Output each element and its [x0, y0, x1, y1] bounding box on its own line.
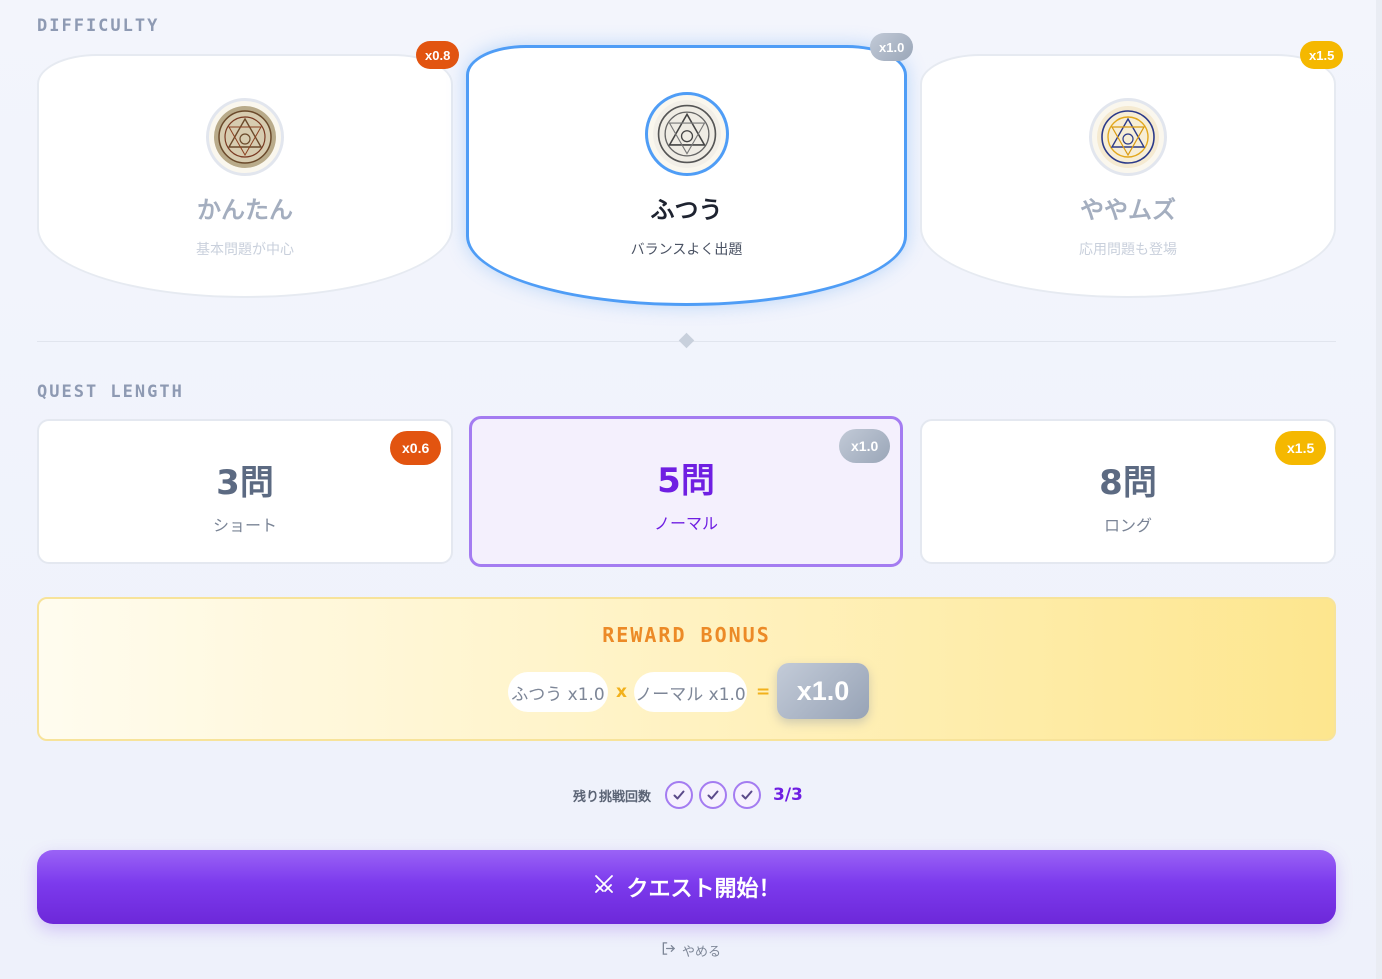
multiplier-badge: x1.5 [1275, 431, 1327, 465]
total-multiplier: x1.0 [777, 663, 869, 719]
multiplier-badge: x1.0 [839, 429, 891, 463]
quit-link[interactable]: やめる [0, 941, 1382, 960]
difficulty-desc: 応用問題も登場 [1079, 242, 1177, 258]
start-quest-label: クエスト開始！ [626, 877, 781, 902]
crossed-swords-icon [592, 872, 616, 902]
question-count: 8問 [1099, 463, 1157, 503]
quest-length-section-title: QUEST LENGTH [37, 382, 184, 402]
diamond-divider-icon [678, 332, 695, 349]
quit-label: やめる [681, 945, 721, 960]
difficulty-name: ふつう [650, 196, 723, 224]
multiplier-badge: x1.5 [1300, 41, 1344, 69]
length-multiplier-pill: ノーマル x1.0 [634, 672, 747, 712]
magic-circle-sepia-icon [206, 98, 284, 176]
length-card-long[interactable]: 8問 ロング [920, 419, 1336, 564]
question-count: 3問 [216, 463, 274, 503]
difficulty-name: かんたん [197, 196, 293, 224]
multiplier-badge: x0.6 [390, 431, 442, 465]
difficulty-card-easy[interactable]: かんたん 基本問題が中心 [37, 54, 453, 298]
reward-title: REWARD BONUS [602, 623, 771, 647]
multiplier-badge: x1.0 [870, 33, 914, 61]
difficulty-desc: バランスよく出題 [630, 242, 743, 258]
multiplier-badge: x0.8 [416, 41, 460, 69]
check-icon [733, 781, 761, 809]
difficulty-name: ややムズ [1080, 196, 1176, 224]
length-card-normal[interactable]: 5問 ノーマル [469, 416, 903, 567]
difficulty-desc: 基本問題が中心 [196, 242, 294, 258]
magic-circle-gold-icon [1089, 98, 1167, 176]
difficulty-section-title: DIFFICULTY [37, 16, 160, 36]
magic-circle-gray-icon [644, 92, 729, 176]
remaining-attempts-label: 残り挑戦回数 [573, 790, 652, 805]
exit-icon [661, 941, 676, 960]
difficulty-card-hard[interactable]: ややムズ 応用問題も登場 [920, 54, 1336, 298]
question-count: 5問 [657, 461, 715, 501]
check-icon [665, 781, 693, 809]
remaining-attempts-count: 3/3 [773, 785, 803, 805]
difficulty-multiplier-pill: ふつう x1.0 [508, 672, 608, 712]
equals-symbol: = [756, 682, 771, 702]
start-quest-button[interactable]: クエスト開始！ [37, 850, 1336, 924]
difficulty-card-normal[interactable]: ふつう バランスよく出題 [466, 45, 907, 306]
length-label: ロング [1103, 516, 1152, 535]
check-icon [699, 781, 727, 809]
length-label: ノーマル [653, 514, 718, 533]
times-symbol: x [616, 682, 627, 702]
reward-bonus-panel: REWARD BONUS ふつう x1.0 x ノーマル x1.0 = x1.0 [37, 597, 1336, 741]
scrollbar[interactable] [1376, 0, 1382, 979]
length-label: ショート [212, 516, 277, 535]
